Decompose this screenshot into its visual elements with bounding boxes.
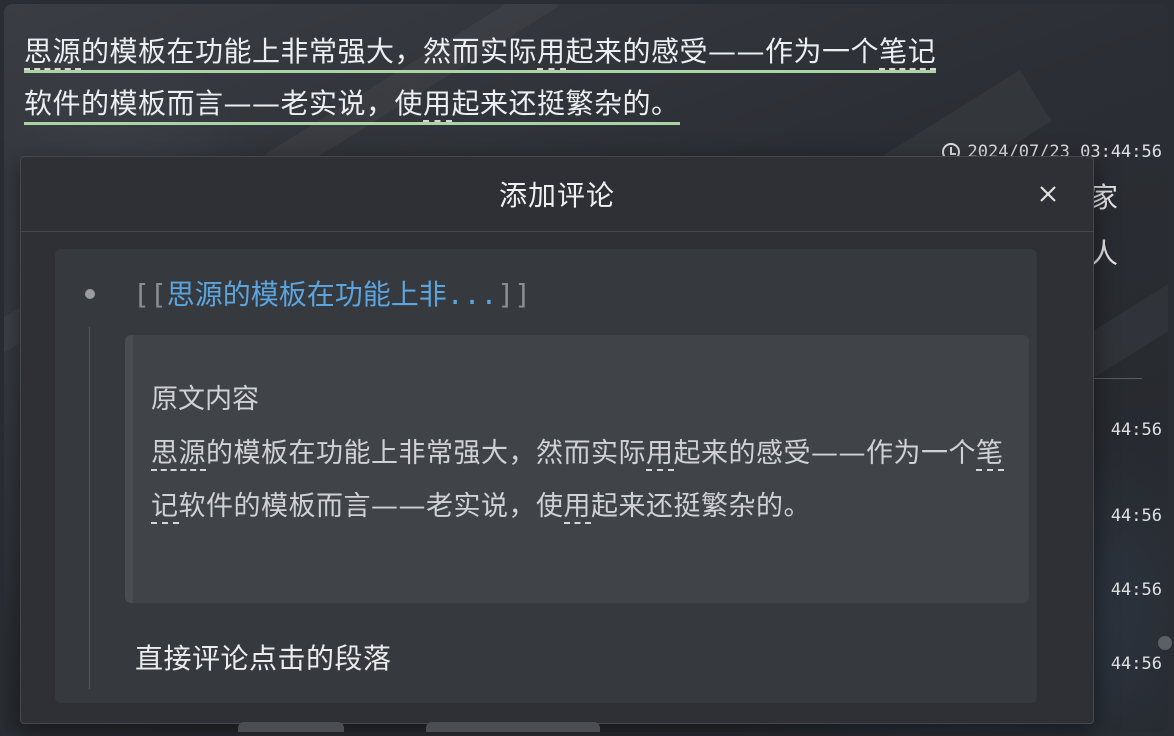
comment-timestamp: 44:56: [1110, 580, 1162, 600]
divider: [1092, 378, 1142, 379]
glossary-term[interactable]: 笔记: [879, 35, 937, 70]
background-element: [426, 722, 600, 732]
ref-ellipsis: ...: [446, 278, 498, 311]
glossary-term[interactable]: 用: [646, 438, 674, 471]
list-bullet[interactable]: [85, 289, 95, 299]
ref-bracket-close: ]]: [497, 278, 532, 311]
paragraph-text: 软件的模板而言——老实说，使: [24, 87, 424, 120]
quote-content: 思源的模板在功能上非常强大，然而实际用起来的感受——作为一个笔记软件的模板而言—…: [151, 427, 1011, 533]
close-icon: [1040, 186, 1056, 202]
comment-editor[interactable]: [[思源的模板在功能上非...]] 原文内容 思源的模板在功能上非常强大，然而实…: [55, 249, 1037, 703]
comment-timestamp: 44:56: [1110, 654, 1162, 674]
paragraph-text: 的模板在功能上非常强大，然而实际: [81, 35, 538, 68]
dialog-header: 添加评论: [21, 157, 1093, 232]
glossary-term[interactable]: 思源: [24, 35, 82, 70]
comment-timestamp: 44:56: [1110, 420, 1162, 440]
highlighted-paragraph[interactable]: 思源的模板在功能上非常强大，然而实际用起来的感受——作为一个笔记 软件的模板而言—…: [24, 35, 937, 125]
comment-timestamp: 44:56: [1110, 506, 1162, 526]
add-comment-dialog: 添加评论 [[思源的模板在功能上非...]] 原文内容 思源的模板在功能上非常强…: [20, 156, 1094, 724]
quote-text: 起来的感受——作为一个: [673, 438, 976, 469]
quote-text: 的模板在功能上非常强大，然而实际: [206, 438, 646, 469]
background-element: [238, 722, 344, 732]
dialog-title: 添加评论: [498, 179, 615, 212]
glossary-term[interactable]: 思源: [151, 438, 206, 471]
scrollbar-handle[interactable]: [1158, 636, 1172, 650]
block-reference: [[思源的模板在功能上非...]]: [133, 273, 531, 313]
block-ref-link[interactable]: 思源的模板在功能上非: [167, 278, 447, 311]
ref-bracket-open: [[: [133, 278, 167, 311]
glossary-term[interactable]: 用: [537, 35, 566, 70]
comment-input-text[interactable]: 直接评论点击的段落: [135, 637, 392, 677]
background-text: 人: [1090, 237, 1119, 270]
quote-text: 软件的模板而言——老实说，使: [178, 491, 564, 522]
quote-title: 原文内容: [151, 384, 259, 415]
paragraph-text: 起来还挺繁杂的。: [451, 87, 680, 120]
paragraph-text: 起来的感受——作为一个: [565, 35, 880, 68]
quote-block[interactable]: 原文内容 思源的模板在功能上非常强大，然而实际用起来的感受——作为一个笔记软件的…: [125, 335, 1029, 603]
background-text: 家: [1090, 181, 1119, 214]
glossary-term[interactable]: 用: [563, 491, 591, 524]
document-paragraph[interactable]: 思源的模板在功能上非常强大，然而实际用起来的感受——作为一个笔记 软件的模板而言—…: [24, 26, 1124, 130]
close-button[interactable]: [1033, 179, 1063, 209]
quote-text: 起来还挺繁杂的。: [591, 491, 811, 522]
glossary-term[interactable]: 用: [423, 87, 452, 122]
indent-guide: [89, 327, 90, 689]
